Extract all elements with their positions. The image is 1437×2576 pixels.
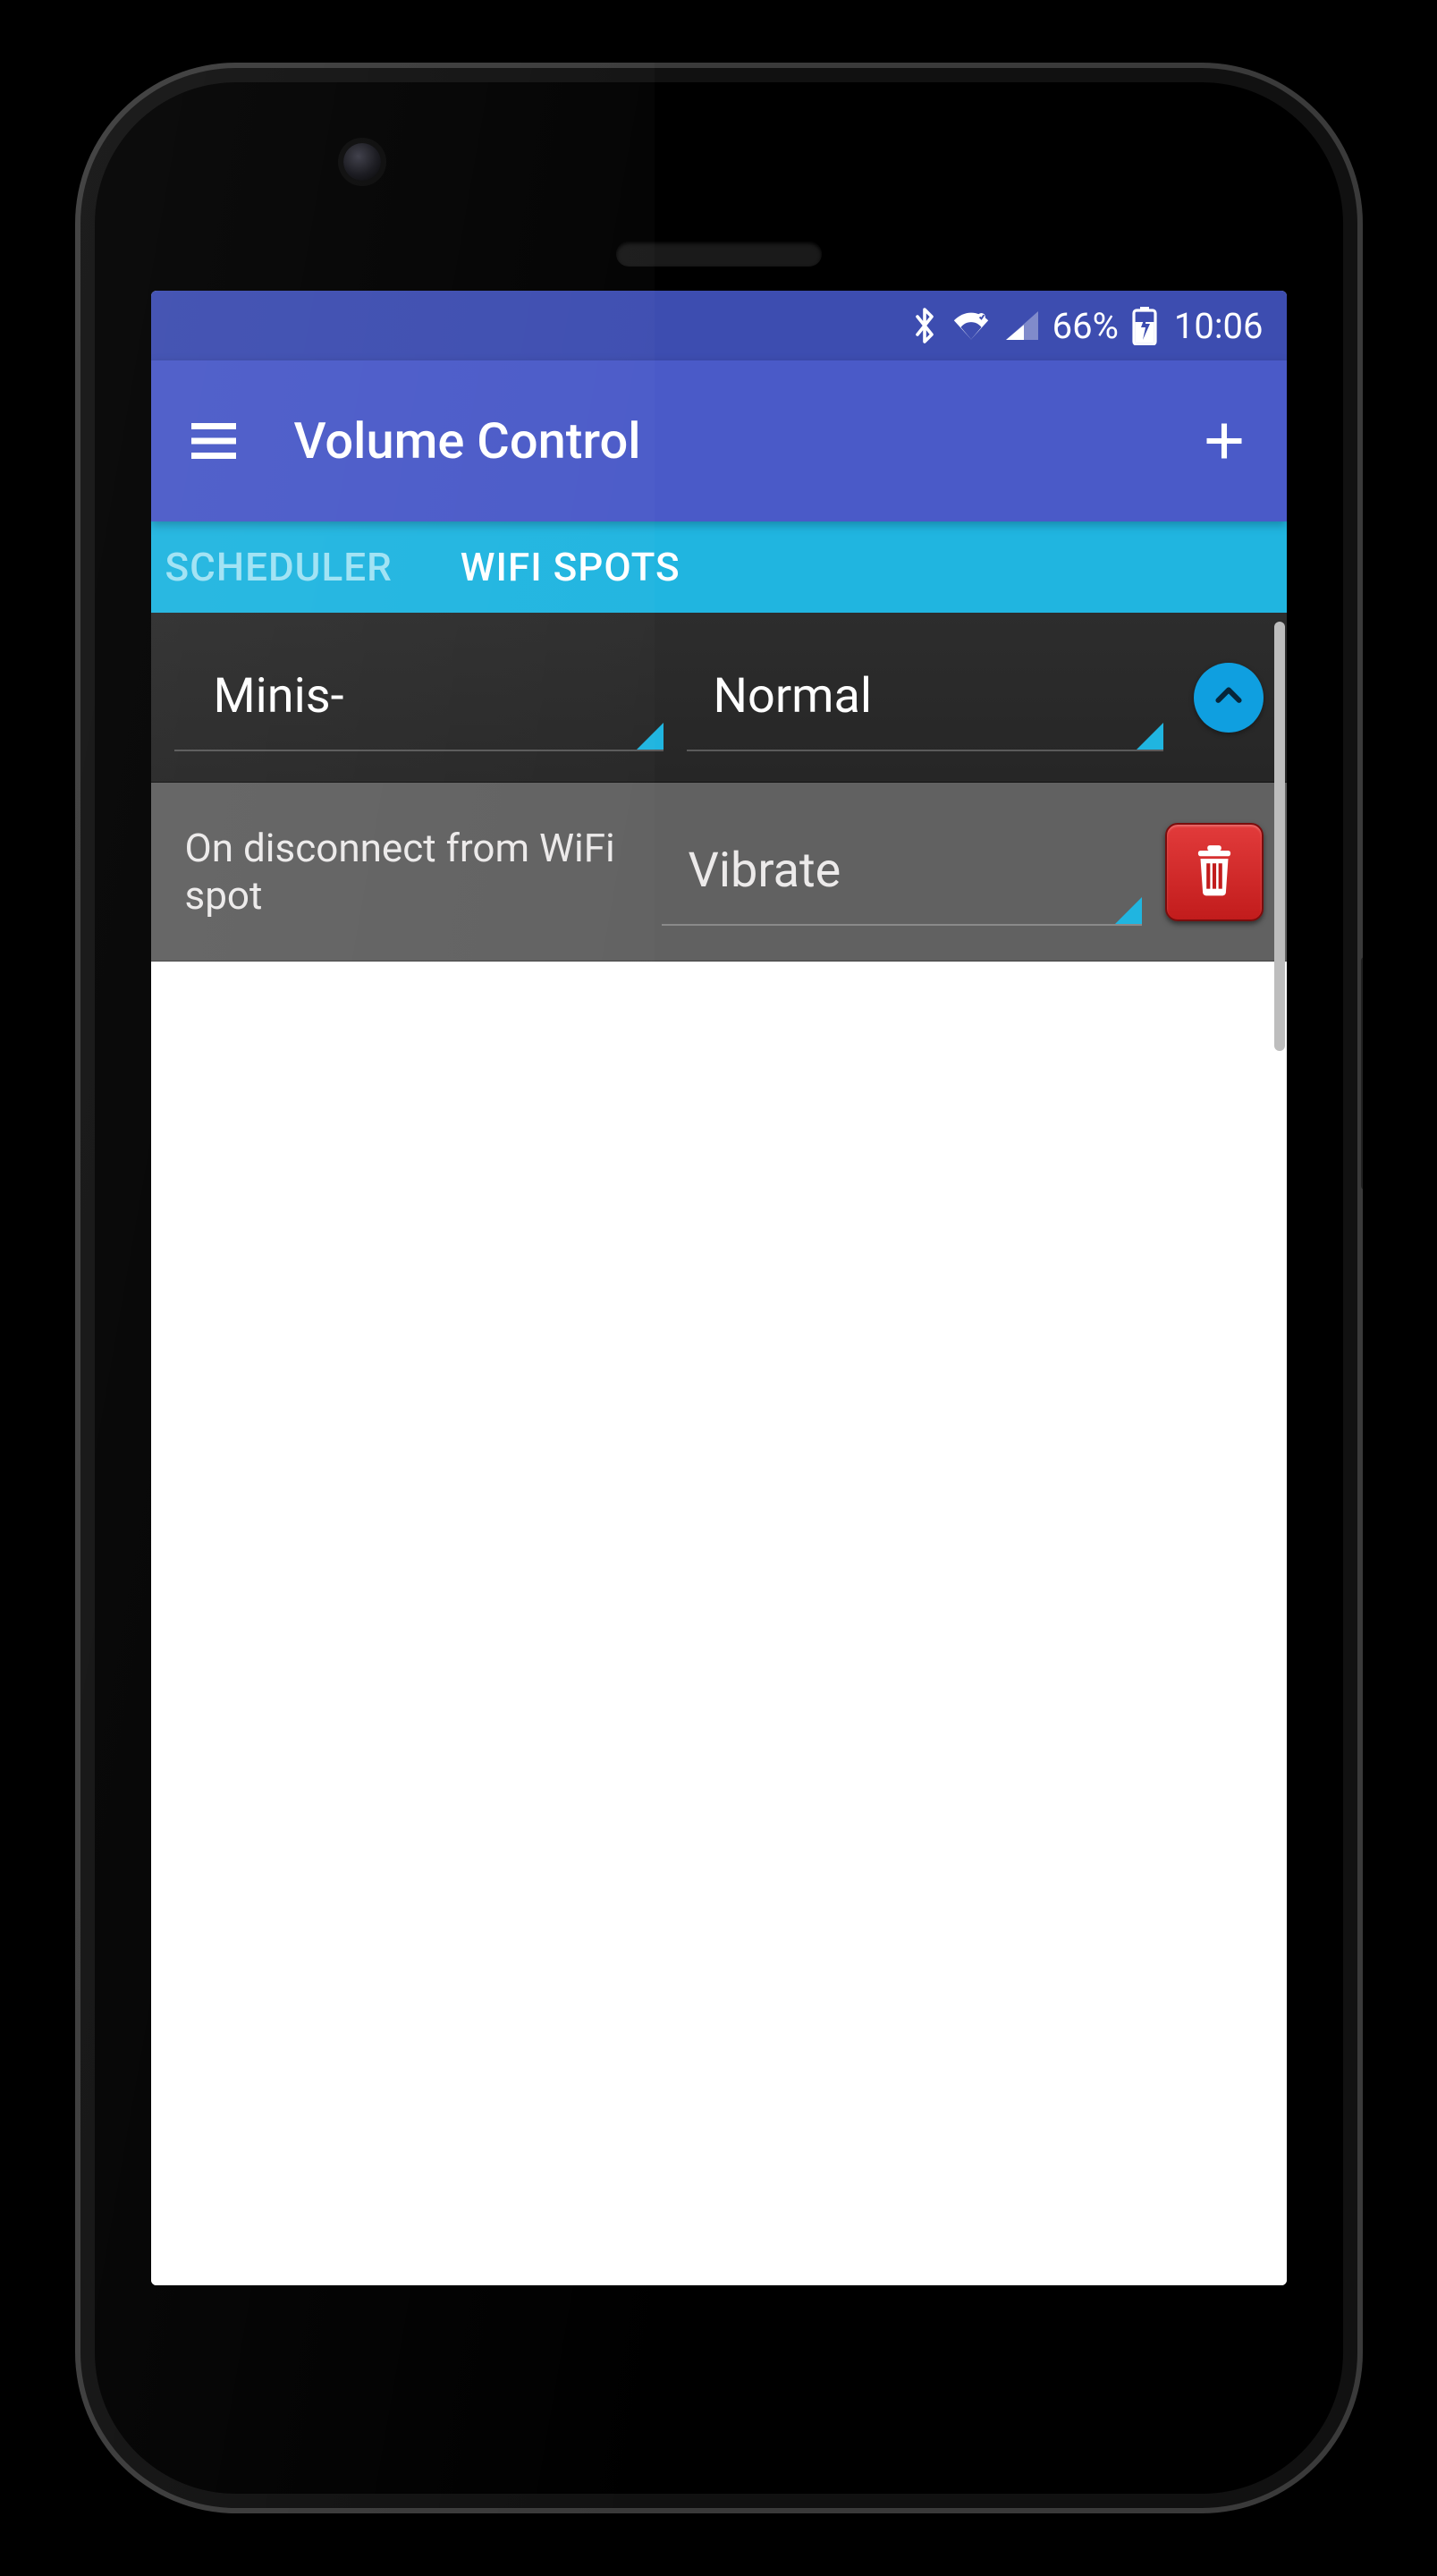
tab-bar: SCHEDULER WIFI SPOTS <box>151 521 1287 613</box>
disconnect-label: On disconnect from WiFi spot <box>174 825 638 919</box>
collapse-button[interactable] <box>1194 663 1264 733</box>
trash-icon <box>1187 843 1242 902</box>
menu-icon[interactable] <box>187 414 241 468</box>
battery-text: 66% <box>1052 305 1119 347</box>
disconnect-row: On disconnect from WiFi spot Vibrate <box>151 783 1287 962</box>
wifi-spot-name-spinner[interactable]: Minis- <box>174 644 664 751</box>
wifi-spot-name-value: Minis- <box>214 668 344 724</box>
screen: 66% 10:06 Volume Control <box>151 291 1287 2285</box>
tab-scheduler[interactable]: SCHEDULER <box>160 544 398 590</box>
delete-button[interactable] <box>1165 823 1264 921</box>
app-title: Volume Control <box>294 411 1144 470</box>
empty-content-area <box>151 962 1287 2285</box>
phone-speaker <box>616 242 822 267</box>
tab-wifi-spots[interactable]: WIFI SPOTS <box>455 544 686 590</box>
wifi-icon <box>951 309 992 342</box>
signal-icon <box>1004 309 1040 342</box>
phone-frame: 66% 10:06 Volume Control <box>75 63 1363 2513</box>
bluetooth-icon <box>911 306 938 345</box>
app-bar: Volume Control <box>151 360 1287 521</box>
connect-profile-spinner[interactable]: Normal <box>687 644 1163 751</box>
scrollbar-thumb[interactable] <box>1274 622 1285 1051</box>
phone-side-button <box>1361 957 1363 1190</box>
spinner-triangle-icon <box>637 723 664 750</box>
add-button[interactable] <box>1197 414 1251 468</box>
battery-charging-icon <box>1131 306 1158 345</box>
connect-profile-value: Normal <box>714 668 872 724</box>
wifi-spot-row: Minis- Normal <box>151 613 1287 783</box>
status-bar: 66% 10:06 <box>151 291 1287 360</box>
spinner-triangle-icon <box>1115 897 1142 924</box>
disconnect-profile-spinner[interactable]: Vibrate <box>662 818 1142 926</box>
clock-text: 10:06 <box>1174 305 1264 347</box>
spinner-triangle-icon <box>1137 723 1163 750</box>
chevron-up-icon <box>1211 678 1247 717</box>
phone-camera <box>343 143 381 181</box>
disconnect-profile-value: Vibrate <box>689 843 841 899</box>
